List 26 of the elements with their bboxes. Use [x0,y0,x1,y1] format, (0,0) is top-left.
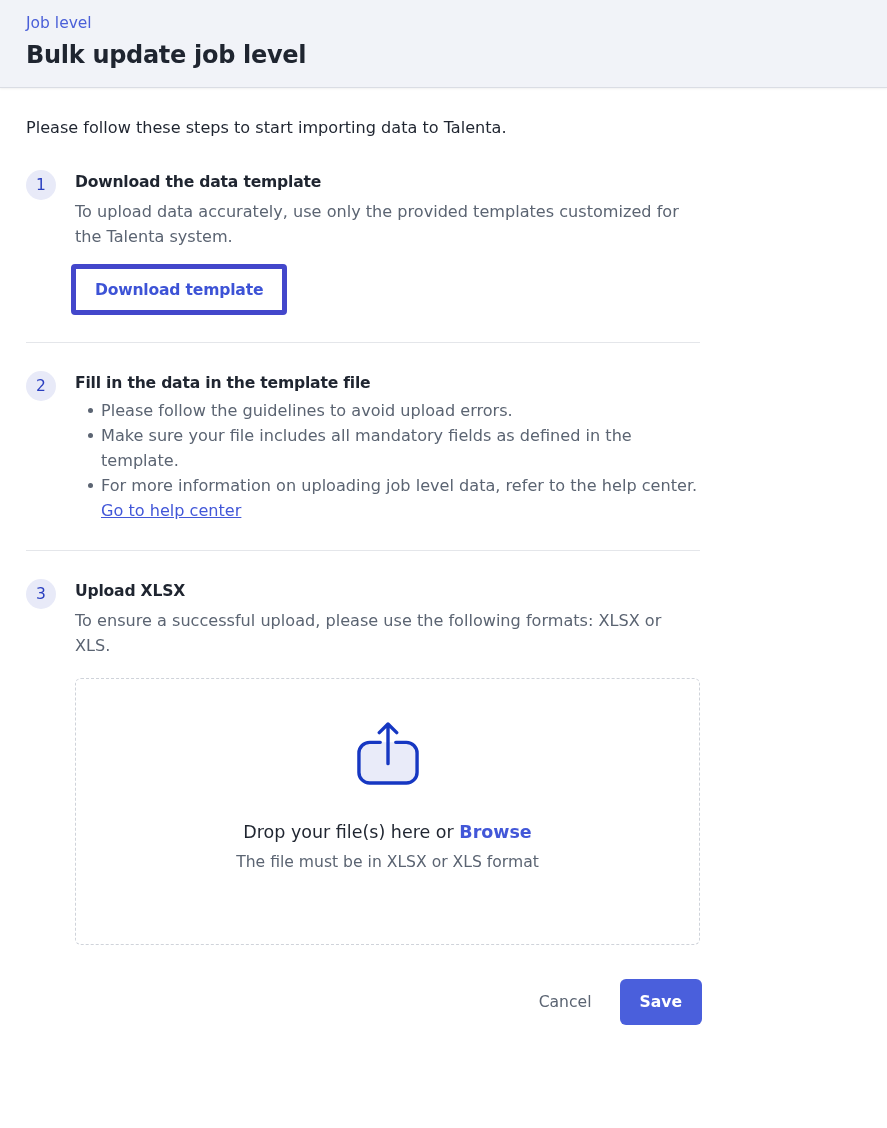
file-drop-zone[interactable]: Drop your file(s) here or Browse The file must be in XLSX or XLS format [75,678,700,945]
step-number: 1 [26,170,56,200]
intro-text: Please follow these steps to start importing data to Talenta. [26,117,508,139]
download-template-button[interactable]: Download template [71,264,288,315]
bullet-dot-icon [88,483,93,488]
step-title: Upload XLSX [75,581,186,602]
step-title: Fill in the data in the template file [75,373,372,394]
page-title: Bulk update job level [26,40,308,71]
help-center-link[interactable]: Go to help center [101,498,242,523]
save-button[interactable]: Save [619,979,702,1025]
step-description: To upload data accurately, use only the provided templates customized for the Talenta system. [75,201,680,248]
step-number: 2 [26,371,56,401]
cancel-button[interactable]: Cancel [522,979,608,1025]
step-title: Download the data template [75,172,323,193]
bullet-text: Make sure your file includes all mandatory fields as defined in the template. [101,425,633,472]
upload-icon [356,721,419,785]
drop-prompt-text: Drop your file(s) here or [243,822,454,842]
breadcrumb-link[interactable]: Job level [26,12,92,34]
bullet-dot-icon [88,433,93,438]
bullet-text: For more information on uploading job level data, refer to the help center. [101,475,698,497]
drop-hint-text: The file must be in XLSX or XLS format [236,852,539,873]
bullet-text: Please follow the guidelines to avoid upload errors. [101,400,513,422]
step-number: 3 [26,579,56,609]
browse-link[interactable]: Browse [459,822,532,842]
step-description: To ensure a successful upload, please use the following formats: XLSX or XLS. [75,610,663,657]
bullet-dot-icon [88,408,93,413]
